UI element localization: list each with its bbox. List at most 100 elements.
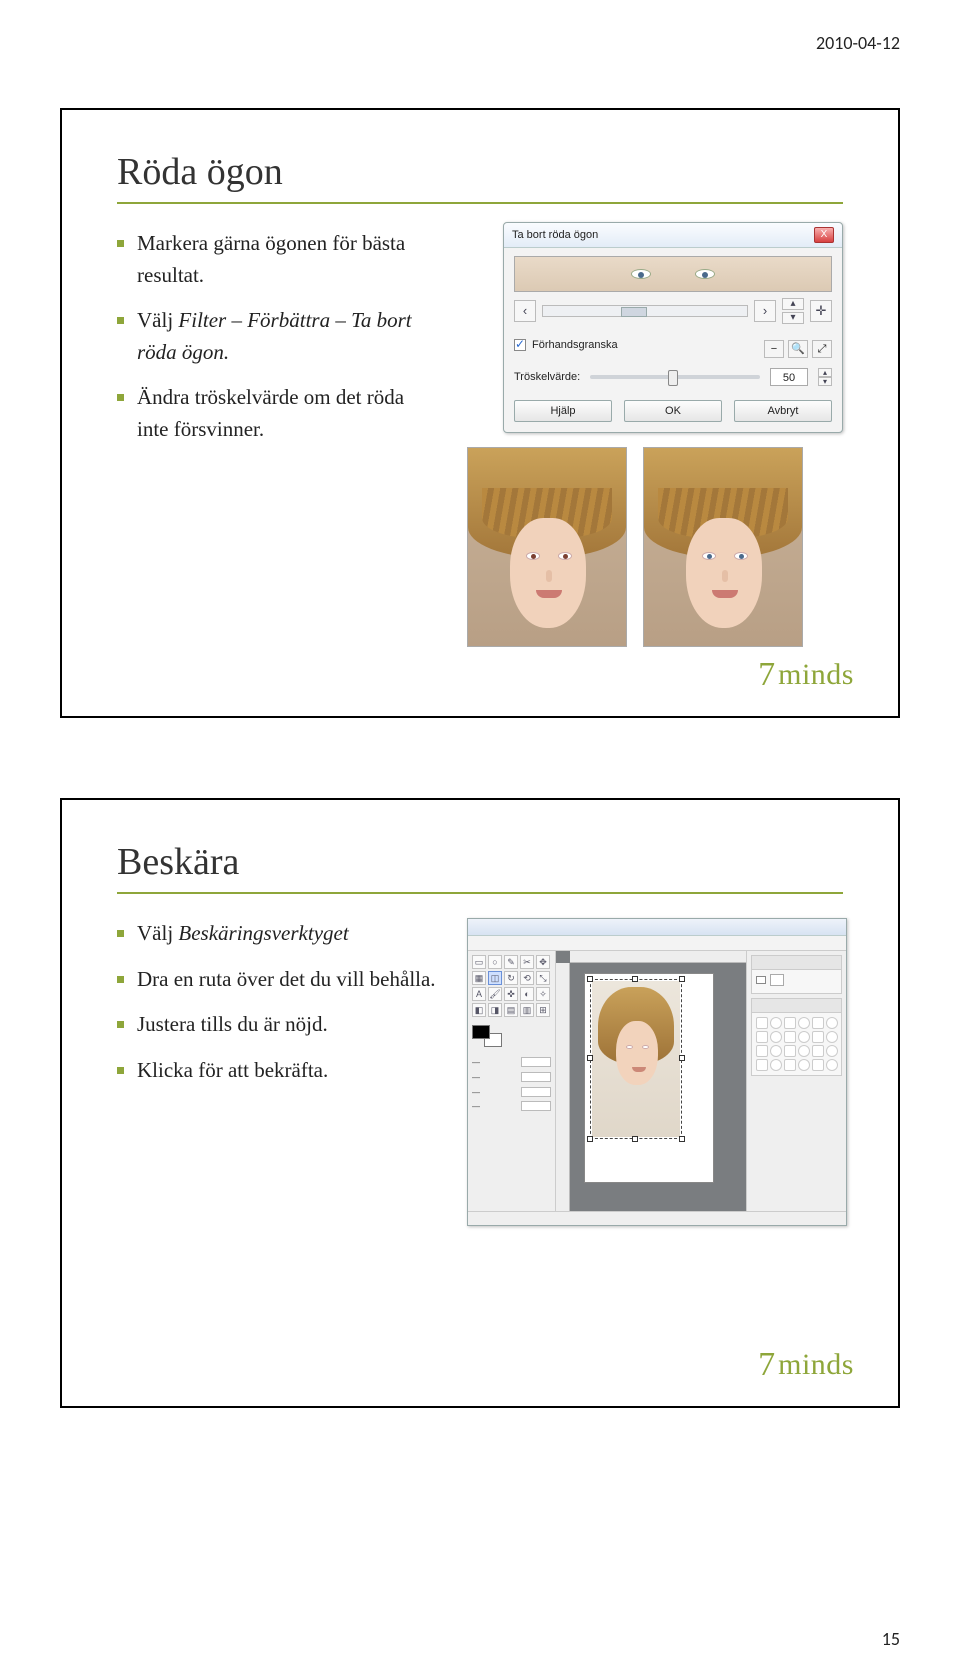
tool-icon[interactable]: ▭ bbox=[472, 955, 486, 969]
handle-icon[interactable] bbox=[587, 1136, 593, 1142]
brush-icon[interactable] bbox=[812, 1045, 824, 1057]
brush-icon[interactable] bbox=[756, 1031, 768, 1043]
tool-icon[interactable]: ▤ bbox=[504, 1003, 518, 1017]
spin-up-icon[interactable]: ▴ bbox=[818, 368, 832, 377]
slide-text: Markera gärna ögonen för bästa resultat.… bbox=[117, 228, 437, 647]
brush-icon[interactable] bbox=[826, 1059, 838, 1071]
handle-icon[interactable] bbox=[632, 1136, 638, 1142]
statusbar bbox=[468, 1211, 846, 1225]
zoom-out-icon[interactable]: − bbox=[764, 340, 784, 358]
tool-icon[interactable]: ◨ bbox=[488, 1003, 502, 1017]
option-field[interactable] bbox=[521, 1087, 551, 1097]
crosshair-icon[interactable]: ✛ bbox=[810, 300, 832, 322]
brush-icon[interactable] bbox=[770, 1017, 782, 1029]
brush-icon[interactable] bbox=[798, 1059, 810, 1071]
scroll-left-icon[interactable]: ‹ bbox=[514, 300, 536, 322]
tool-icon[interactable]: ↻ bbox=[504, 971, 518, 985]
tool-icon[interactable]: A bbox=[472, 987, 486, 1001]
tool-icon[interactable]: ✥ bbox=[536, 955, 550, 969]
handle-icon[interactable] bbox=[679, 1136, 685, 1142]
slide-text: Välj Beskäringsverktyget Dra en ruta öve… bbox=[117, 918, 437, 1226]
slide-illustration: Ta bort röda ögon X ‹ › bbox=[467, 228, 843, 647]
image-editor-window: ▭○✎✂✥ ▦◫↻⟲⤡ A🖌✜◐✧ ◧◨▤▥⊞ — — — — bbox=[467, 918, 847, 1226]
tool-icon[interactable]: ✎ bbox=[504, 955, 518, 969]
tool-icon[interactable]: ⟲ bbox=[520, 971, 534, 985]
spin-down-icon[interactable]: ▾ bbox=[818, 377, 832, 386]
slide-crop: Beskära Välj Beskäringsverktyget Dra en … bbox=[60, 798, 900, 1408]
handle-icon[interactable] bbox=[587, 1055, 593, 1061]
brush-icon[interactable] bbox=[770, 1045, 782, 1057]
brush-icon[interactable] bbox=[826, 1017, 838, 1029]
brush-icon[interactable] bbox=[756, 1017, 768, 1029]
brush-icon[interactable] bbox=[770, 1059, 782, 1071]
threshold-label: Tröskelvärde: bbox=[514, 371, 580, 383]
scroll-right-icon[interactable]: › bbox=[754, 300, 776, 322]
scrollbar[interactable] bbox=[542, 305, 748, 317]
layer-thumbnail bbox=[770, 974, 784, 986]
zoom-fit-icon[interactable]: ⤢ bbox=[812, 340, 832, 358]
menubar bbox=[468, 936, 846, 951]
nav-down-icon[interactable]: ▾ bbox=[782, 312, 804, 324]
eye-icon bbox=[631, 269, 651, 279]
tool-icon[interactable]: ✜ bbox=[504, 987, 518, 1001]
brush-icon[interactable] bbox=[798, 1045, 810, 1057]
eye-icon bbox=[695, 269, 715, 279]
brush-icon[interactable] bbox=[756, 1059, 768, 1071]
brush-icon[interactable] bbox=[812, 1031, 824, 1043]
brush-icon[interactable] bbox=[826, 1045, 838, 1057]
panel-title bbox=[752, 956, 841, 970]
brush-icon[interactable] bbox=[826, 1031, 838, 1043]
toolbox-panel: ▭○✎✂✥ ▦◫↻⟲⤡ A🖌✜◐✧ ◧◨▤▥⊞ — — — — bbox=[468, 951, 556, 1211]
tool-icon[interactable]: ⤡ bbox=[536, 971, 550, 985]
layer-row[interactable] bbox=[756, 974, 837, 986]
help-button[interactable]: Hjälp bbox=[514, 400, 612, 422]
brush-icon[interactable] bbox=[756, 1045, 768, 1057]
tool-icon[interactable]: ▥ bbox=[520, 1003, 534, 1017]
threshold-value[interactable]: 50 bbox=[770, 368, 808, 386]
brush-icon[interactable] bbox=[798, 1017, 810, 1029]
tool-icon[interactable]: ✂ bbox=[520, 955, 534, 969]
crop-selection[interactable] bbox=[590, 979, 682, 1139]
option-field[interactable] bbox=[521, 1057, 551, 1067]
tool-icon[interactable]: ⊞ bbox=[536, 1003, 550, 1017]
crop-tool-icon[interactable]: ◫ bbox=[488, 971, 502, 985]
nav-up-icon[interactable]: ▴ bbox=[782, 298, 804, 310]
option-field[interactable] bbox=[521, 1072, 551, 1082]
tool-icon[interactable]: ◐ bbox=[520, 987, 534, 1001]
brush-icon[interactable] bbox=[784, 1059, 796, 1071]
fg-bg-color[interactable] bbox=[472, 1025, 502, 1047]
page-number: 15 bbox=[882, 1628, 900, 1650]
rule bbox=[117, 202, 843, 204]
handle-icon[interactable] bbox=[679, 1055, 685, 1061]
handle-icon[interactable] bbox=[679, 976, 685, 982]
right-dock bbox=[746, 951, 846, 1211]
visibility-icon[interactable] bbox=[756, 976, 766, 984]
brush-icon[interactable] bbox=[812, 1059, 824, 1071]
brush-icon[interactable] bbox=[784, 1031, 796, 1043]
tool-options: — — — — bbox=[472, 1057, 551, 1116]
brush-icon[interactable] bbox=[770, 1031, 782, 1043]
option-field[interactable] bbox=[521, 1101, 551, 1111]
canvas-area[interactable] bbox=[556, 951, 746, 1211]
threshold-slider[interactable] bbox=[590, 375, 760, 379]
ok-button[interactable]: OK bbox=[624, 400, 722, 422]
handle-icon[interactable] bbox=[587, 976, 593, 982]
tool-icon[interactable]: ○ bbox=[488, 955, 502, 969]
brush-icon[interactable] bbox=[798, 1031, 810, 1043]
logo: 7minds bbox=[758, 1346, 854, 1384]
brush-icon[interactable] bbox=[784, 1017, 796, 1029]
tool-icon[interactable]: ◧ bbox=[472, 1003, 486, 1017]
close-icon[interactable]: X bbox=[814, 227, 834, 243]
zoom-in-icon[interactable]: 🔍 bbox=[788, 340, 808, 358]
brush-icon[interactable] bbox=[784, 1045, 796, 1057]
handle-icon[interactable] bbox=[632, 976, 638, 982]
bullet: Markera gärna ögonen för bästa resultat. bbox=[117, 228, 437, 291]
tool-icon[interactable]: 🖌 bbox=[488, 987, 502, 1001]
slide-red-eyes: Röda ögon Markera gärna ögonen för bästa… bbox=[60, 108, 900, 718]
brush-icon[interactable] bbox=[812, 1017, 824, 1029]
tool-icon[interactable]: ▦ bbox=[472, 971, 486, 985]
cancel-button[interactable]: Avbryt bbox=[734, 400, 832, 422]
checkbox-icon[interactable] bbox=[514, 339, 526, 351]
tool-icon[interactable]: ✧ bbox=[536, 987, 550, 1001]
logo: 7minds bbox=[758, 656, 854, 694]
